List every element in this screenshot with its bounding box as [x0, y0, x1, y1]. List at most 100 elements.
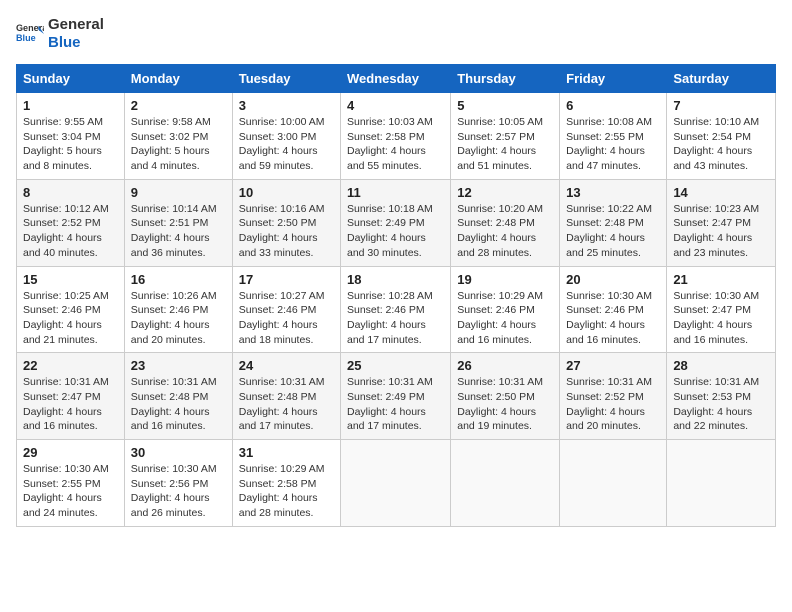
- calendar-cell: 16 Sunrise: 10:26 AMSunset: 2:46 PMDayli…: [124, 266, 232, 353]
- day-detail: Sunrise: 10:05 AMSunset: 2:57 PMDaylight…: [457, 116, 543, 172]
- weekday-header-sunday: Sunday: [17, 65, 125, 93]
- calendar-cell: 4 Sunrise: 10:03 AMSunset: 2:58 PMDaylig…: [341, 93, 451, 180]
- day-detail: Sunrise: 10:31 AMSunset: 2:48 PMDaylight…: [239, 376, 325, 432]
- day-number: 21: [673, 272, 769, 287]
- weekday-header-wednesday: Wednesday: [341, 65, 451, 93]
- day-number: 3: [239, 98, 334, 113]
- day-number: 29: [23, 445, 118, 460]
- day-detail: Sunrise: 10:10 AMSunset: 2:54 PMDaylight…: [673, 116, 759, 172]
- calendar-cell: [667, 440, 776, 527]
- day-detail: Sunrise: 10:26 AMSunset: 2:46 PMDaylight…: [131, 290, 217, 346]
- calendar-cell: 19 Sunrise: 10:29 AMSunset: 2:46 PMDayli…: [451, 266, 560, 353]
- day-detail: Sunrise: 10:30 AMSunset: 2:56 PMDaylight…: [131, 463, 217, 519]
- day-number: 22: [23, 358, 118, 373]
- calendar-cell: 25 Sunrise: 10:31 AMSunset: 2:49 PMDayli…: [341, 353, 451, 440]
- calendar-cell: 12 Sunrise: 10:20 AMSunset: 2:48 PMDayli…: [451, 179, 560, 266]
- calendar-week-5: 29 Sunrise: 10:30 AMSunset: 2:55 PMDayli…: [17, 440, 776, 527]
- weekday-header-friday: Friday: [560, 65, 667, 93]
- calendar-week-3: 15 Sunrise: 10:25 AMSunset: 2:46 PMDayli…: [17, 266, 776, 353]
- calendar-cell: 9 Sunrise: 10:14 AMSunset: 2:51 PMDaylig…: [124, 179, 232, 266]
- day-number: 26: [457, 358, 553, 373]
- calendar-cell: 27 Sunrise: 10:31 AMSunset: 2:52 PMDayli…: [560, 353, 667, 440]
- day-detail: Sunrise: 9:58 AMSunset: 3:02 PMDaylight:…: [131, 116, 211, 172]
- calendar-week-1: 1 Sunrise: 9:55 AMSunset: 3:04 PMDayligh…: [17, 93, 776, 180]
- calendar-cell: [341, 440, 451, 527]
- day-number: 9: [131, 185, 226, 200]
- calendar-cell: 23 Sunrise: 10:31 AMSunset: 2:48 PMDayli…: [124, 353, 232, 440]
- day-number: 19: [457, 272, 553, 287]
- day-detail: Sunrise: 10:16 AMSunset: 2:50 PMDaylight…: [239, 203, 325, 259]
- day-number: 11: [347, 185, 444, 200]
- calendar-cell: 3 Sunrise: 10:00 AMSunset: 3:00 PMDaylig…: [232, 93, 340, 180]
- day-number: 16: [131, 272, 226, 287]
- day-detail: Sunrise: 9:55 AMSunset: 3:04 PMDaylight:…: [23, 116, 103, 172]
- day-detail: Sunrise: 10:30 AMSunset: 2:46 PMDaylight…: [566, 290, 652, 346]
- day-number: 5: [457, 98, 553, 113]
- day-detail: Sunrise: 10:31 AMSunset: 2:48 PMDaylight…: [131, 376, 217, 432]
- weekday-header-tuesday: Tuesday: [232, 65, 340, 93]
- day-detail: Sunrise: 10:12 AMSunset: 2:52 PMDaylight…: [23, 203, 109, 259]
- day-number: 23: [131, 358, 226, 373]
- calendar-cell: [451, 440, 560, 527]
- day-detail: Sunrise: 10:31 AMSunset: 2:53 PMDaylight…: [673, 376, 759, 432]
- day-detail: Sunrise: 10:27 AMSunset: 2:46 PMDaylight…: [239, 290, 325, 346]
- day-number: 25: [347, 358, 444, 373]
- calendar-body: 1 Sunrise: 9:55 AMSunset: 3:04 PMDayligh…: [17, 93, 776, 527]
- day-detail: Sunrise: 10:03 AMSunset: 2:58 PMDaylight…: [347, 116, 433, 172]
- day-number: 12: [457, 185, 553, 200]
- calendar-cell: 2 Sunrise: 9:58 AMSunset: 3:02 PMDayligh…: [124, 93, 232, 180]
- calendar-cell: 14 Sunrise: 10:23 AMSunset: 2:47 PMDayli…: [667, 179, 776, 266]
- day-detail: Sunrise: 10:31 AMSunset: 2:52 PMDaylight…: [566, 376, 652, 432]
- calendar-cell: 7 Sunrise: 10:10 AMSunset: 2:54 PMDaylig…: [667, 93, 776, 180]
- calendar-cell: 11 Sunrise: 10:18 AMSunset: 2:49 PMDayli…: [341, 179, 451, 266]
- calendar-week-4: 22 Sunrise: 10:31 AMSunset: 2:47 PMDayli…: [17, 353, 776, 440]
- day-detail: Sunrise: 10:28 AMSunset: 2:46 PMDaylight…: [347, 290, 433, 346]
- day-detail: Sunrise: 10:00 AMSunset: 3:00 PMDaylight…: [239, 116, 325, 172]
- calendar-cell: 22 Sunrise: 10:31 AMSunset: 2:47 PMDayli…: [17, 353, 125, 440]
- weekday-header-thursday: Thursday: [451, 65, 560, 93]
- calendar-week-2: 8 Sunrise: 10:12 AMSunset: 2:52 PMDaylig…: [17, 179, 776, 266]
- day-number: 30: [131, 445, 226, 460]
- calendar-cell: 26 Sunrise: 10:31 AMSunset: 2:50 PMDayli…: [451, 353, 560, 440]
- calendar-cell: 6 Sunrise: 10:08 AMSunset: 2:55 PMDaylig…: [560, 93, 667, 180]
- day-number: 17: [239, 272, 334, 287]
- day-number: 4: [347, 98, 444, 113]
- calendar-cell: 29 Sunrise: 10:30 AMSunset: 2:55 PMDayli…: [17, 440, 125, 527]
- calendar-cell: 17 Sunrise: 10:27 AMSunset: 2:46 PMDayli…: [232, 266, 340, 353]
- day-detail: Sunrise: 10:18 AMSunset: 2:49 PMDaylight…: [347, 203, 433, 259]
- calendar-cell: 31 Sunrise: 10:29 AMSunset: 2:58 PMDayli…: [232, 440, 340, 527]
- calendar-cell: 20 Sunrise: 10:30 AMSunset: 2:46 PMDayli…: [560, 266, 667, 353]
- day-number: 31: [239, 445, 334, 460]
- day-detail: Sunrise: 10:20 AMSunset: 2:48 PMDaylight…: [457, 203, 543, 259]
- calendar-cell: 30 Sunrise: 10:30 AMSunset: 2:56 PMDayli…: [124, 440, 232, 527]
- calendar-cell: 28 Sunrise: 10:31 AMSunset: 2:53 PMDayli…: [667, 353, 776, 440]
- day-number: 7: [673, 98, 769, 113]
- calendar-cell: 1 Sunrise: 9:55 AMSunset: 3:04 PMDayligh…: [17, 93, 125, 180]
- day-number: 18: [347, 272, 444, 287]
- day-detail: Sunrise: 10:25 AMSunset: 2:46 PMDaylight…: [23, 290, 109, 346]
- day-number: 14: [673, 185, 769, 200]
- day-number: 8: [23, 185, 118, 200]
- day-number: 10: [239, 185, 334, 200]
- calendar-cell: 13 Sunrise: 10:22 AMSunset: 2:48 PMDayli…: [560, 179, 667, 266]
- day-number: 20: [566, 272, 660, 287]
- calendar-cell: 5 Sunrise: 10:05 AMSunset: 2:57 PMDaylig…: [451, 93, 560, 180]
- calendar-cell: [560, 440, 667, 527]
- calendar-cell: 18 Sunrise: 10:28 AMSunset: 2:46 PMDayli…: [341, 266, 451, 353]
- day-detail: Sunrise: 10:29 AMSunset: 2:58 PMDaylight…: [239, 463, 325, 519]
- day-number: 2: [131, 98, 226, 113]
- page-header: General Blue General Blue: [16, 16, 776, 52]
- day-detail: Sunrise: 10:30 AMSunset: 2:47 PMDaylight…: [673, 290, 759, 346]
- weekday-header-row: SundayMondayTuesdayWednesdayThursdayFrid…: [17, 65, 776, 93]
- day-number: 28: [673, 358, 769, 373]
- calendar-table: SundayMondayTuesdayWednesdayThursdayFrid…: [16, 64, 776, 527]
- day-detail: Sunrise: 10:30 AMSunset: 2:55 PMDaylight…: [23, 463, 109, 519]
- logo-blue-text: Blue: [48, 34, 104, 52]
- day-detail: Sunrise: 10:14 AMSunset: 2:51 PMDaylight…: [131, 203, 217, 259]
- day-number: 15: [23, 272, 118, 287]
- day-detail: Sunrise: 10:31 AMSunset: 2:49 PMDaylight…: [347, 376, 433, 432]
- day-detail: Sunrise: 10:22 AMSunset: 2:48 PMDaylight…: [566, 203, 652, 259]
- calendar-cell: 10 Sunrise: 10:16 AMSunset: 2:50 PMDayli…: [232, 179, 340, 266]
- day-detail: Sunrise: 10:31 AMSunset: 2:47 PMDaylight…: [23, 376, 109, 432]
- calendar-cell: 21 Sunrise: 10:30 AMSunset: 2:47 PMDayli…: [667, 266, 776, 353]
